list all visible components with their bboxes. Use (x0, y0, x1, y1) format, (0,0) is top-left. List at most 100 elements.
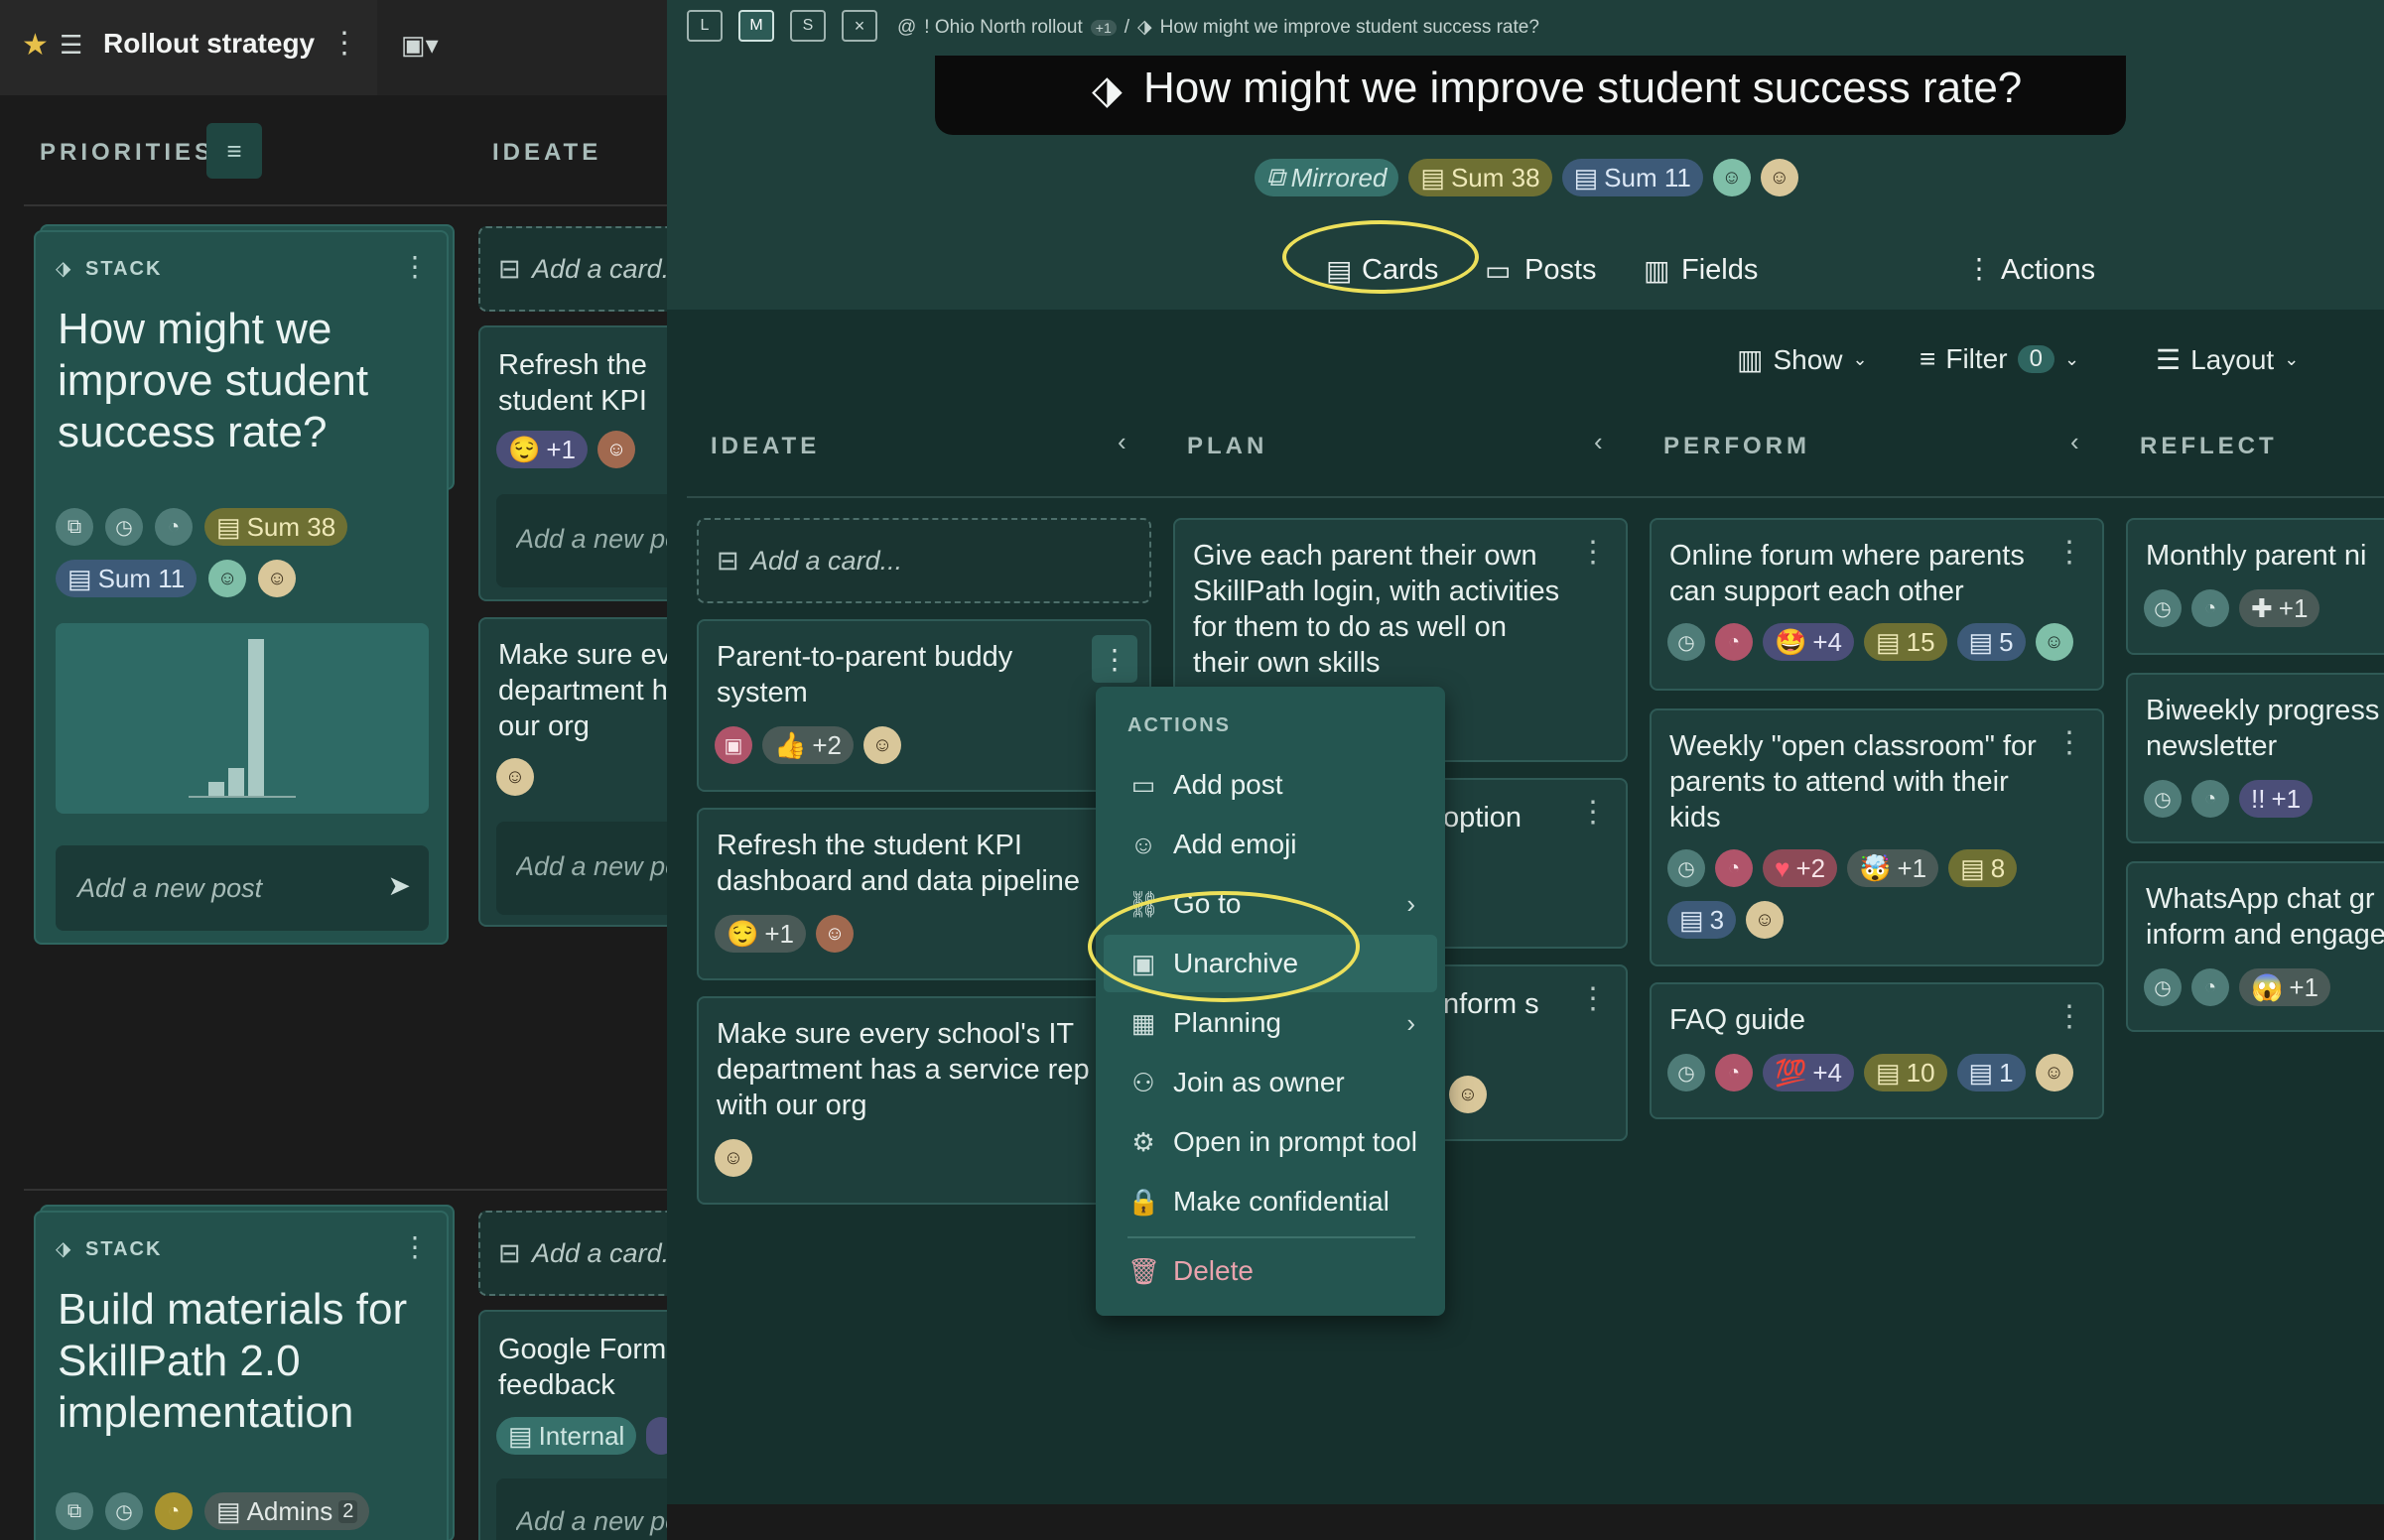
stack-chips: ⧉ ◷ ◔ ▤ Admins 2 (56, 1492, 370, 1530)
filter-sort-icon[interactable]: ≡ (206, 123, 262, 179)
menu-divider (1127, 1236, 1415, 1238)
folder-add-icon[interactable]: ▣▾ (401, 30, 439, 61)
card-chips: ▤ Internal (496, 1417, 677, 1455)
card-more-button[interactable]: ⋮ (1092, 635, 1137, 683)
reaction-chip[interactable]: ♥ +2 (1763, 849, 1838, 887)
menu-item-add-emoji[interactable]: ☺ Add emoji (1096, 816, 1445, 873)
sum38-chip[interactable]: ▤ Sum 38 (1408, 159, 1552, 196)
card[interactable]: Refresh the student KPI dashboard and da… (478, 325, 697, 601)
star-icon[interactable]: ★ (22, 28, 49, 63)
reaction-chip[interactable]: 😌 +1 (496, 431, 589, 468)
menu-item-prompt-tool[interactable]: ⚙ Open in prompt tool (1096, 1113, 1445, 1171)
add-post-input[interactable]: Add a new post (496, 1478, 695, 1540)
more-icon[interactable]: ⋮ (330, 26, 359, 61)
avatar[interactable]: ☺ (208, 560, 247, 597)
chart-bar (208, 782, 224, 796)
card[interactable]: Biweekly progress newsletter ◷ ◔ !! +1 (2126, 673, 2384, 843)
add-card-button[interactable]: ⊟ Add a card... (478, 226, 697, 312)
avatar[interactable]: ☺ (1712, 159, 1751, 196)
reaction-chip[interactable]: 🤩 +4 (1763, 623, 1855, 661)
emoji-icon: 💯 (1775, 1057, 1807, 1088)
add-post-input[interactable]: Add a new post ➤ (56, 845, 429, 931)
card-more-icon[interactable]: ⋮ (2054, 728, 2084, 758)
card[interactable]: Make sure every school's IT department h… (697, 996, 1151, 1205)
card[interactable]: Refresh the student KPI dashboard and da… (697, 808, 1151, 980)
stack-more-icon[interactable]: ⋮ (401, 1230, 429, 1263)
menu-item-confidential[interactable]: 🔒 Make confidential (1096, 1173, 1445, 1230)
view-medium-button[interactable]: M (738, 10, 774, 42)
clock-icon: ◷ (1667, 1054, 1705, 1091)
stack-more-icon[interactable]: ⋮ (401, 250, 429, 283)
menu-item-planning[interactable]: ▦ Planning › (1096, 994, 1445, 1052)
card[interactable]: Make sure every school's IT department h… (478, 617, 697, 927)
collapse-icon[interactable]: ‹ (2070, 427, 2079, 457)
tab-actions[interactable]: Actions (2001, 254, 2095, 287)
card[interactable]: FAQ guide ⋮ ◷ ◔ 💯 +4 ▤ 10 ▤ 1 ☺ (1650, 982, 2104, 1119)
reaction-chip[interactable]: !! +1 (2239, 780, 2314, 818)
reaction-chip[interactable]: 😌 +1 (715, 915, 807, 953)
card[interactable]: Parent-to-parent buddy system ⋮ ▣ 👍 +2 ☺ (697, 619, 1151, 792)
filter-button[interactable]: ≡ Filter 0 ⌄ (1920, 343, 2079, 375)
avatar[interactable]: ☺ (1760, 159, 1798, 196)
add-card-button[interactable]: ⊟ Add a card... (697, 518, 1151, 603)
avatar[interactable]: ☺ (496, 758, 534, 796)
avatar[interactable]: ☺ (2035, 623, 2073, 661)
collapse-icon[interactable]: ‹ (1594, 427, 1603, 457)
send-icon[interactable]: ➤ (388, 869, 411, 902)
reaction-chip[interactable]: 👍 +2 (762, 726, 855, 764)
avatar[interactable]: ☺ (1746, 901, 1785, 939)
tab-fields[interactable]: Fields (1681, 254, 1758, 287)
card-more-icon[interactable]: ⋮ (2054, 538, 2084, 568)
view-large-button[interactable]: L (687, 10, 723, 42)
card-more-icon[interactable]: ⋮ (1578, 538, 1608, 568)
show-button[interactable]: ▥ Show ⌄ (1737, 343, 1868, 376)
card[interactable]: Google Form feedback ▤ Internal Add a new… (478, 1310, 697, 1540)
clock-icon: ◷ (105, 1492, 143, 1530)
avatar[interactable]: ☺ (1449, 1076, 1487, 1113)
breadcrumb-current[interactable]: How might we improve student success rat… (1160, 17, 1539, 39)
reaction-chip[interactable]: ✚ +1 (2239, 589, 2320, 627)
add-card-icon: ⊟ (498, 1238, 521, 1268)
layout-button[interactable]: ☰ Layout ⌄ (2156, 343, 2299, 376)
stack-card[interactable]: ⬗ STACK ⋮ Build materials for SkillPath … (34, 1211, 449, 1540)
reaction-count: +1 (1897, 852, 1927, 883)
breadcrumb-workspace[interactable]: ! Ohio North rollout (924, 17, 1082, 39)
mirrored-chip[interactable]: ⧉ Mirrored (1255, 159, 1399, 196)
avatar[interactable]: ☺ (597, 431, 636, 468)
card-more-icon[interactable]: ⋮ (2054, 1002, 2084, 1032)
chevron-right-icon: › (1406, 888, 1415, 919)
stack-card[interactable]: ⬗ STACK ⋮ How might we improve student s… (34, 230, 449, 945)
filter-count-badge: 0 (2017, 345, 2054, 373)
card-more-icon[interactable]: ⋮ (1578, 798, 1608, 828)
card[interactable]: WhatsApp chat gr inform and engage ◷ ◔ 😱… (2126, 861, 2384, 1032)
menu-item-add-post[interactable]: ▭ Add post (1096, 756, 1445, 814)
view-small-button[interactable]: S (790, 10, 826, 42)
menu-item-join-owner[interactable]: ⚇ Join as owner (1096, 1054, 1445, 1111)
close-button[interactable]: × (842, 10, 877, 42)
card[interactable]: Online forum where parents can support e… (1650, 518, 2104, 691)
breadcrumb: @ ! Ohio North rollout +1 / ⬗ How might … (897, 16, 1539, 39)
card-more-icon[interactable]: ⋮ (1578, 984, 1608, 1014)
avatar[interactable]: ☺ (2035, 1054, 2073, 1091)
card[interactable]: Weekly "open classroom" for parents to a… (1650, 708, 2104, 966)
tab-posts[interactable]: Posts (1524, 254, 1597, 287)
avatar[interactable]: ☺ (715, 1139, 752, 1177)
board-title[interactable]: Rollout strategy (103, 28, 315, 60)
card[interactable]: Monthly parent ni ◷ ◔ ✚ +1 (2126, 518, 2384, 655)
menu-item-delete[interactable]: 🗑 Delete (1096, 1242, 1445, 1300)
add-post-input[interactable]: Add a new post (496, 822, 695, 915)
avatar[interactable]: ☺ (816, 915, 855, 953)
add-card-button[interactable]: ⊟ Add a card... (478, 1211, 697, 1296)
reaction-chip[interactable]: 🤯 +1 (1847, 849, 1939, 887)
reaction-chip[interactable]: 😱 +1 (2239, 968, 2331, 1006)
reaction-chip[interactable]: 💯 +4 (1763, 1054, 1855, 1091)
collapse-icon[interactable]: ‹ (1118, 427, 1126, 457)
card-text: Parent-to-parent buddy system (717, 641, 1013, 708)
page-title[interactable]: How might we improve student success rat… (1143, 64, 2022, 113)
add-post-input[interactable]: Add a new post (496, 494, 695, 587)
avatar[interactable]: ☺ (258, 560, 297, 597)
avatar[interactable]: ☺ (863, 726, 902, 764)
divider (687, 496, 2384, 498)
tab-cards[interactable]: Cards (1362, 254, 1438, 287)
sum11-chip[interactable]: ▤ Sum 11 (1561, 159, 1703, 196)
